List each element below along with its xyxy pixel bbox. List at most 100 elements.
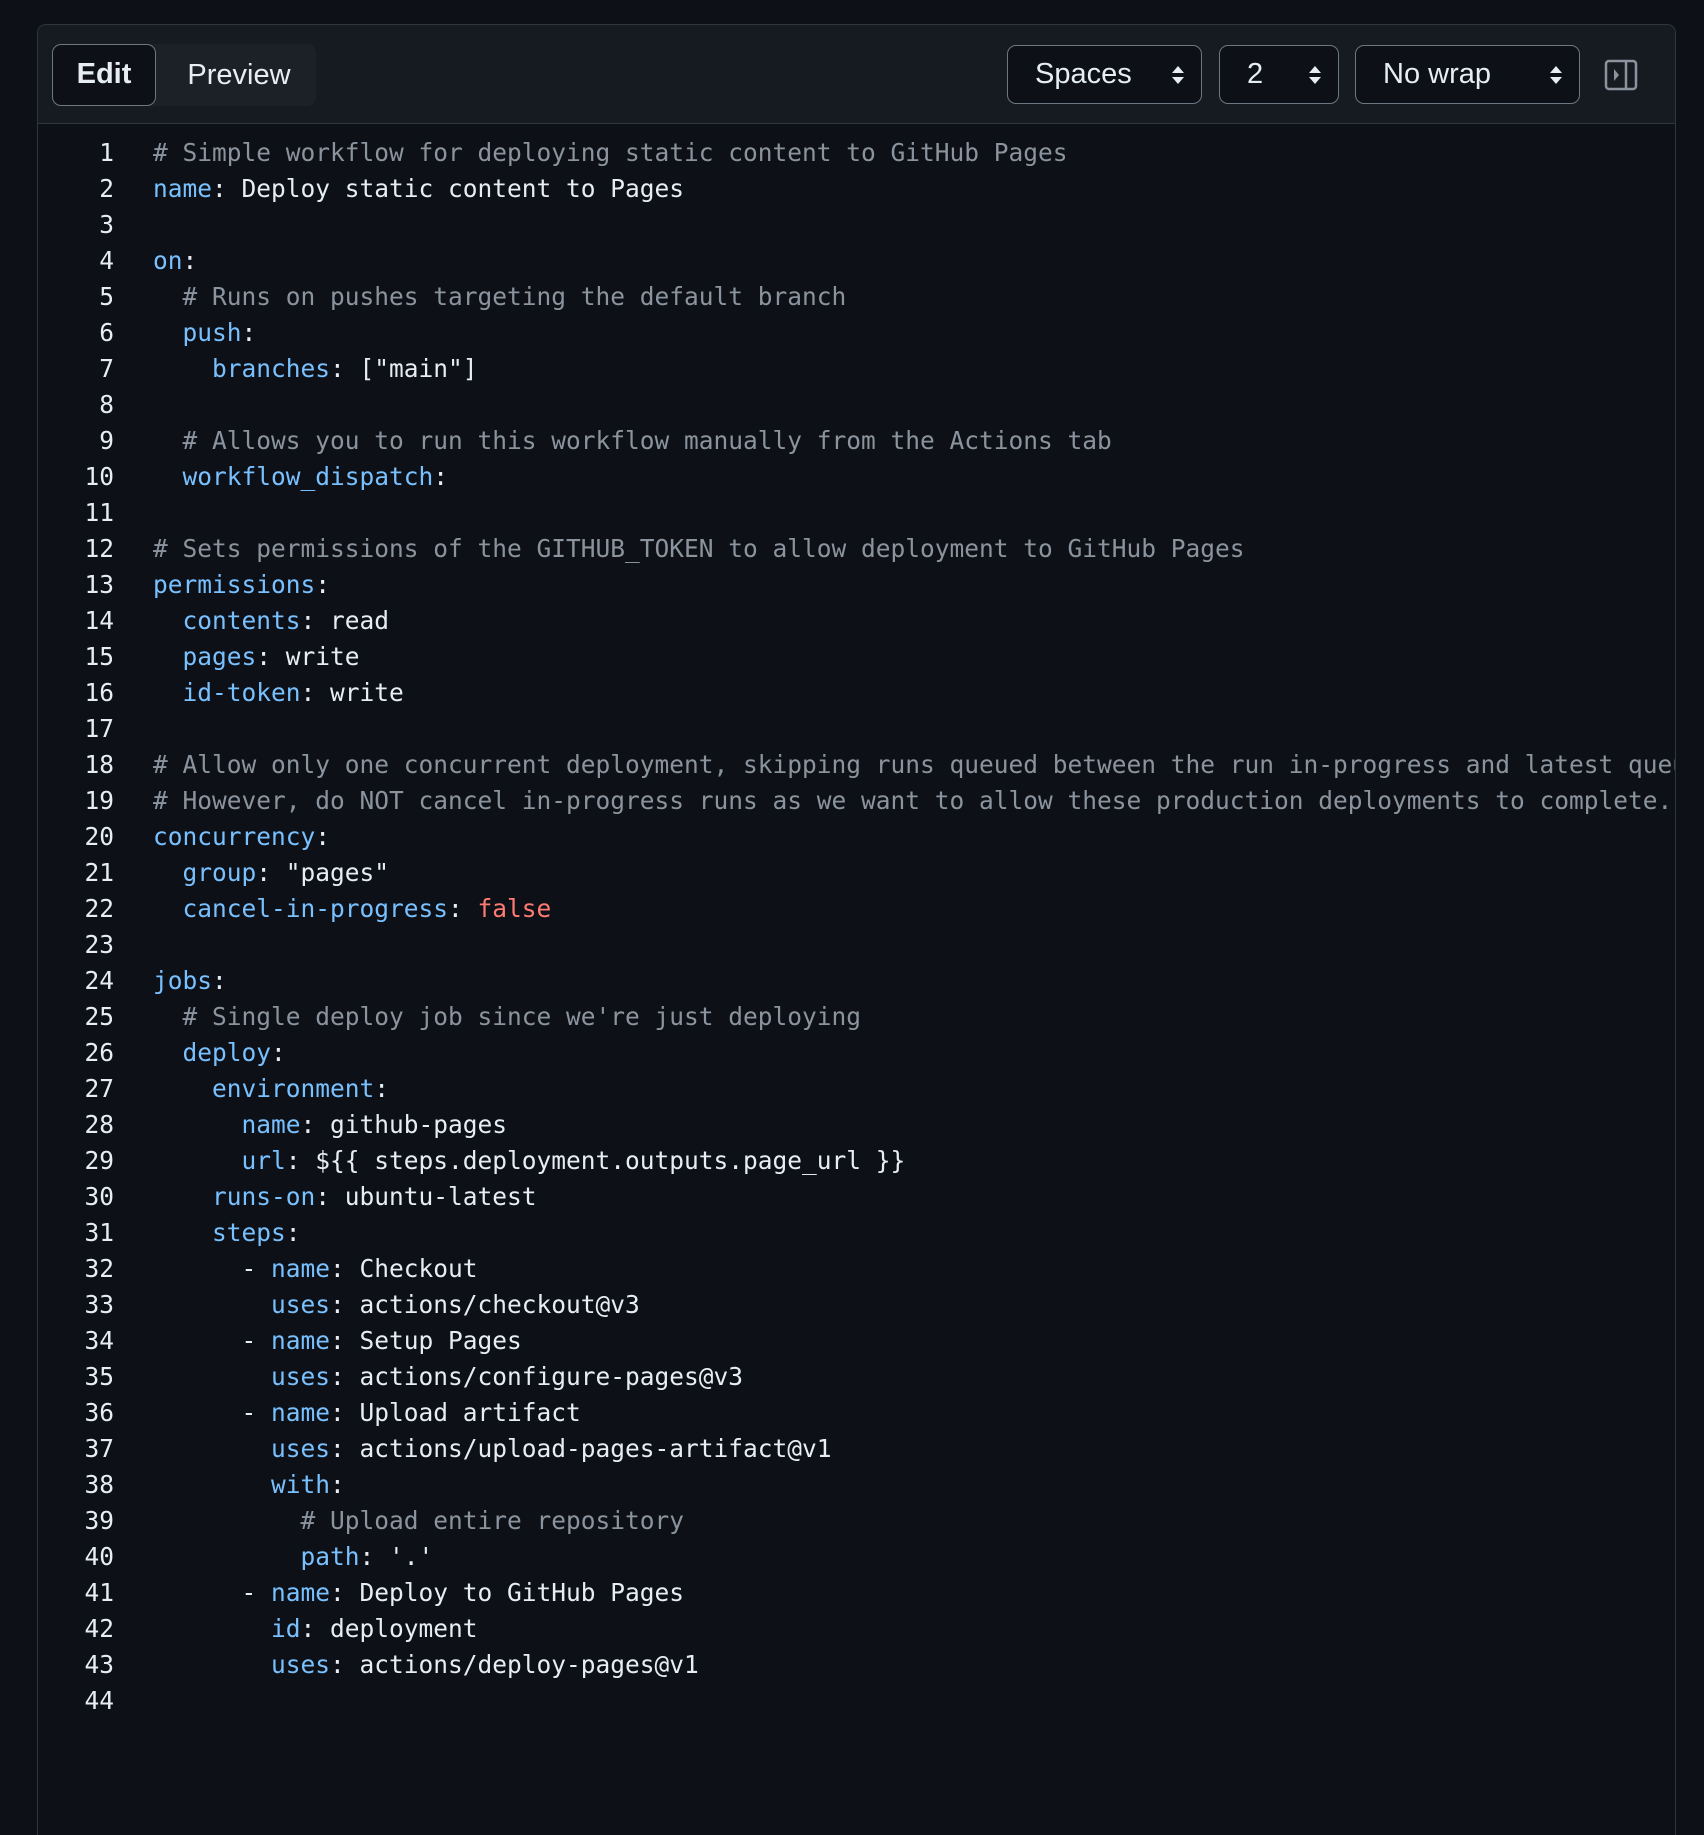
yaml-key: id [271, 1614, 301, 1643]
line-content: id: deployment [153, 1611, 478, 1647]
code-line[interactable]: 19 # However, do NOT cancel in-progress r… [38, 783, 1675, 819]
line-content: deploy: [153, 1035, 286, 1071]
code-line[interactable]: 8 [38, 387, 1675, 423]
code-comment: # Allows you to run this workflow manual… [153, 426, 1112, 455]
line-content: uses: actions/upload-pages-artifact@v1 [153, 1431, 832, 1467]
line-number: 30 [84, 1182, 114, 1211]
line-number: 18 [84, 750, 114, 779]
yaml-value: : actions/upload-pages-artifact@v1 [330, 1434, 832, 1463]
file-editor: Edit Preview Spaces 2 No wrap 1 # Simple… [37, 24, 1676, 1835]
yaml-value: - [153, 1254, 272, 1283]
line-number: 20 [84, 822, 114, 851]
yaml-value: : [285, 1218, 301, 1247]
code-line[interactable]: 44 [38, 1683, 1675, 1719]
yaml-key: name [153, 174, 213, 203]
code-line[interactable]: 37 uses: actions/upload-pages-artifact@v… [38, 1431, 1675, 1467]
code-line[interactable]: 33 uses: actions/checkout@v3 [38, 1287, 1675, 1323]
code-line[interactable]: 22 cancel-in-progress: false [38, 891, 1675, 927]
line-number: 12 [84, 534, 114, 563]
toggle-side-panel-icon[interactable] [1604, 58, 1638, 92]
code-line[interactable]: 13 permissions: [38, 567, 1675, 603]
line-number: 41 [84, 1578, 114, 1607]
code-line[interactable]: 5 # Runs on pushes targeting the default… [38, 279, 1675, 315]
code-line[interactable]: 6 push: [38, 315, 1675, 351]
wrap-mode-select[interactable]: No wrap [1355, 45, 1580, 104]
tab-preview[interactable]: Preview [162, 44, 316, 106]
code-line[interactable]: 11 [38, 495, 1675, 531]
code-line[interactable]: 29 url: ${{ steps.deployment.outputs.pag… [38, 1143, 1675, 1179]
yaml-value: : ["main"] [330, 354, 478, 383]
code-line[interactable]: 35 uses: actions/configure-pages@v3 [38, 1359, 1675, 1395]
code-line[interactable]: 18 # Allow only one concurrent deployment… [38, 747, 1675, 783]
line-content: uses: actions/checkout@v3 [153, 1287, 640, 1323]
code-comment: # Allow only one concurrent deployment, … [153, 750, 1675, 779]
code-line[interactable]: 27 environment: [38, 1071, 1675, 1107]
yaml-value [153, 1542, 301, 1571]
code-line[interactable]: 4 on: [38, 243, 1675, 279]
code-line[interactable]: 39 # Upload entire repository [38, 1503, 1675, 1539]
code-editor-content[interactable]: 1 # Simple workflow for deploying static … [38, 125, 1675, 1835]
yaml-key: name [271, 1326, 331, 1355]
tab-edit[interactable]: Edit [52, 44, 156, 106]
code-line[interactable]: 20 concurrency: [38, 819, 1675, 855]
code-line[interactable]: 14 contents: read [38, 603, 1675, 639]
yaml-value [153, 1290, 271, 1319]
code-line[interactable]: 3 [38, 207, 1675, 243]
code-line[interactable]: 34 - name: Setup Pages [38, 1323, 1675, 1359]
code-line[interactable]: 25 # Single deploy job since we're just … [38, 999, 1675, 1035]
line-content: workflow_dispatch: [153, 459, 449, 495]
code-line[interactable]: 23 [38, 927, 1675, 963]
yaml-value: : Setup Pages [330, 1326, 522, 1355]
yaml-value [153, 1362, 271, 1391]
code-line[interactable]: 24 jobs: [38, 963, 1675, 999]
line-content: name: github-pages [153, 1107, 508, 1143]
yaml-value: : actions/checkout@v3 [330, 1290, 640, 1319]
yaml-key: workflow_dispatch [182, 462, 434, 491]
code-line[interactable]: 42 id: deployment [38, 1611, 1675, 1647]
code-line[interactable]: 15 pages: write [38, 639, 1675, 675]
yaml-key: pages [182, 642, 257, 671]
line-content: # Simple workflow for deploying static c… [153, 135, 1068, 171]
line-content: uses: actions/deploy-pages@v1 [153, 1647, 699, 1683]
yaml-key: branches [212, 354, 331, 383]
yaml-value: : Deploy to GitHub Pages [330, 1578, 685, 1607]
code-line[interactable]: 28 name: github-pages [38, 1107, 1675, 1143]
code-line[interactable]: 26 deploy: [38, 1035, 1675, 1071]
line-content: - name: Upload artifact [153, 1395, 581, 1431]
yaml-value: : [182, 246, 198, 275]
line-number: 25 [84, 1002, 114, 1031]
line-content: # Allow only one concurrent deployment, … [153, 747, 1675, 783]
select-arrows-icon [1550, 66, 1562, 84]
code-line[interactable]: 31 steps: [38, 1215, 1675, 1251]
yaml-key: runs-on [212, 1182, 316, 1211]
yaml-value: - [153, 1398, 272, 1427]
yaml-key: deploy [182, 1038, 272, 1067]
yaml-key: name [271, 1254, 331, 1283]
code-line[interactable]: 1 # Simple workflow for deploying static … [38, 135, 1675, 171]
code-line[interactable]: 21 group: "pages" [38, 855, 1675, 891]
code-line[interactable]: 17 [38, 711, 1675, 747]
code-line[interactable]: 43 uses: actions/deploy-pages@v1 [38, 1647, 1675, 1683]
code-line[interactable]: 32 - name: Checkout [38, 1251, 1675, 1287]
code-line[interactable]: 9 # Allows you to run this workflow manu… [38, 423, 1675, 459]
line-content: on: [153, 243, 197, 279]
line-content: id-token: write [153, 675, 404, 711]
yaml-key: contents [182, 606, 301, 635]
code-line[interactable]: 7 branches: ["main"] [38, 351, 1675, 387]
code-line[interactable]: 16 id-token: write [38, 675, 1675, 711]
code-line[interactable]: 30 runs-on: ubuntu-latest [38, 1179, 1675, 1215]
yaml-value [153, 1218, 212, 1247]
line-number: 8 [99, 390, 114, 419]
code-line[interactable]: 38 with: [38, 1467, 1675, 1503]
code-line[interactable]: 12 # Sets permissions of the GITHUB_TOKEN… [38, 531, 1675, 567]
indent-size-select[interactable]: 2 [1219, 45, 1339, 104]
code-line[interactable]: 41 - name: Deploy to GitHub Pages [38, 1575, 1675, 1611]
code-line[interactable]: 40 path: '.' [38, 1539, 1675, 1575]
indent-mode-select[interactable]: Spaces [1007, 45, 1202, 104]
yaml-key: on [153, 246, 183, 275]
code-line[interactable]: 36 - name: Upload artifact [38, 1395, 1675, 1431]
yaml-value: : [315, 570, 331, 599]
yaml-value: : read [300, 606, 390, 635]
code-line[interactable]: 2 name: Deploy static content to Pages [38, 171, 1675, 207]
code-line[interactable]: 10 workflow_dispatch: [38, 459, 1675, 495]
